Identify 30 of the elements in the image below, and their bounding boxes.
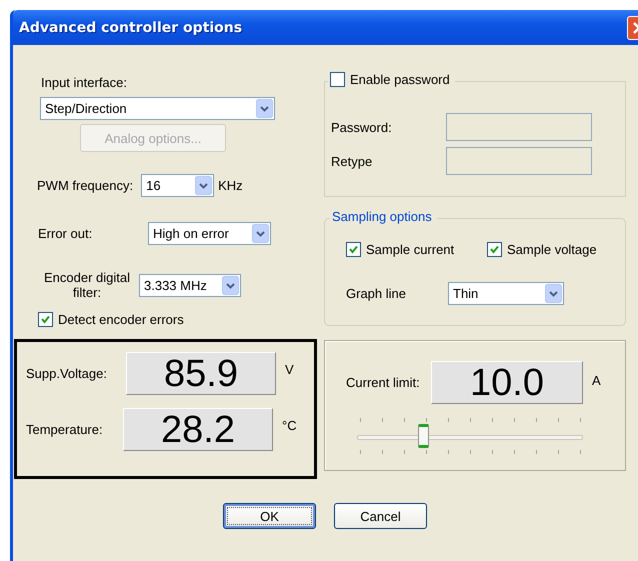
field-label: Graph line bbox=[346, 286, 407, 301]
graph-line-select[interactable]: Thin bbox=[448, 282, 564, 305]
reading-label: Supp.Voltage: bbox=[26, 366, 108, 381]
reading-label: Temperature: bbox=[26, 422, 104, 437]
input-interface-select[interactable]: Step/Direction bbox=[40, 97, 275, 120]
field-label: Encoder digital filter: bbox=[43, 270, 131, 300]
checkbox-label: Sample voltage bbox=[507, 242, 597, 257]
pwm-frequency-select[interactable]: 16 bbox=[141, 174, 214, 197]
dialog-button[interactable]: OK bbox=[223, 503, 316, 529]
unit-label: °C bbox=[282, 418, 297, 433]
dialog-button[interactable]: Cancel bbox=[334, 503, 427, 529]
unit-label: A bbox=[592, 373, 601, 388]
window-title: Advanced controller options bbox=[19, 20, 242, 36]
encoder-filter-select[interactable]: 3.333 MHz bbox=[139, 274, 241, 296]
field-label: PWM frequency: bbox=[37, 178, 134, 193]
reading-display: 85.9 bbox=[126, 352, 276, 395]
unit-label: V bbox=[285, 362, 294, 377]
checkbox-label: Sample current bbox=[366, 242, 454, 257]
field-label: Current limit: bbox=[346, 375, 421, 390]
reading-display: 28.2 bbox=[123, 408, 273, 451]
group-title: Sampling options bbox=[332, 209, 432, 224]
field-label: Password: bbox=[331, 120, 392, 134]
checkbox-label: Detect encoder errors bbox=[58, 312, 184, 327]
checkbox-label: Enable password bbox=[350, 72, 450, 87]
error-out-select[interactable]: High on error bbox=[148, 222, 271, 245]
current-limit-display: 10.0 bbox=[431, 361, 583, 404]
field-label: Retype bbox=[331, 154, 372, 168]
field-label: Input interface: bbox=[41, 75, 127, 90]
field-label: Error out: bbox=[38, 226, 94, 241]
unit-label: KHz bbox=[218, 178, 243, 193]
